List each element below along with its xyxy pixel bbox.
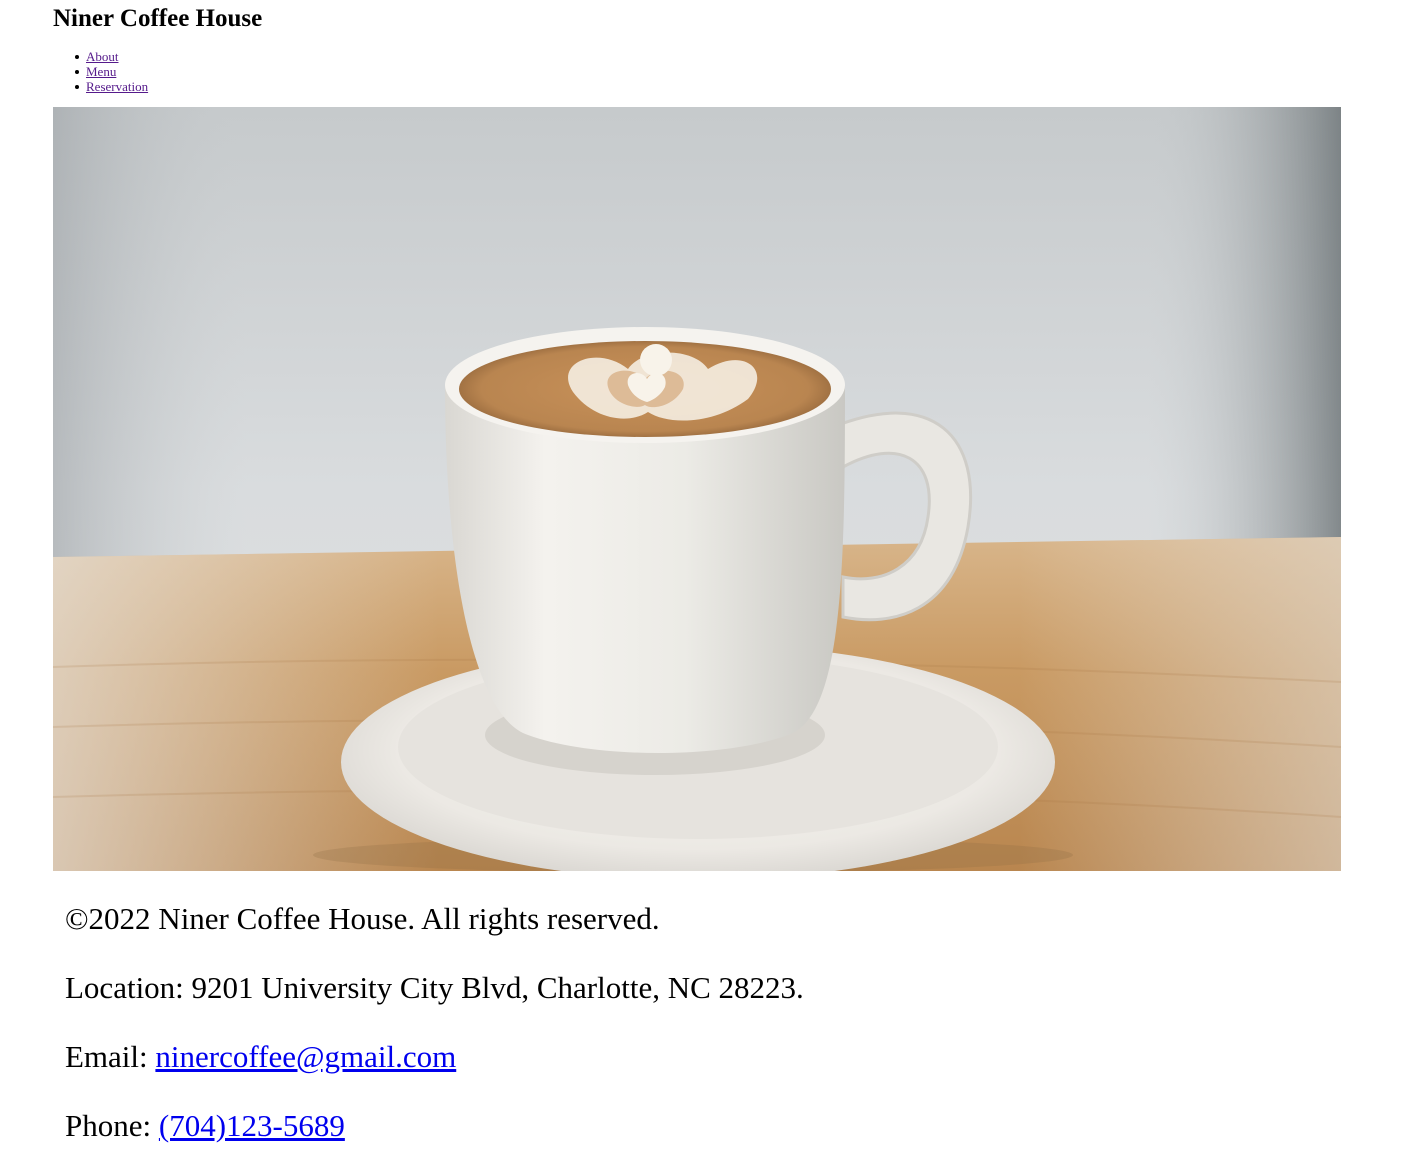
footer-copyright: ©2022 Niner Coffee House. All rights res… (65, 901, 660, 936)
hero-latte-image (53, 107, 1341, 871)
email-link[interactable]: ninercoffee@gmail.com (155, 1039, 456, 1074)
footer-location: Location: 9201 University City Blvd, Cha… (65, 970, 804, 1005)
nav-link-reservation[interactable]: Reservation (86, 79, 148, 94)
nav-link-menu[interactable]: Menu (86, 64, 116, 79)
main-nav: About Menu Reservation (53, 49, 148, 94)
footer-phone-label: Phone: (65, 1108, 159, 1143)
nav-item-menu: Menu (74, 64, 148, 79)
nav-link-about[interactable]: About (86, 49, 119, 64)
footer-email-label: Email: (65, 1039, 156, 1074)
footer: ©2022 Niner Coffee House. All rights res… (65, 893, 1345, 1169)
footer-phone: Phone: (704)123-5689 (65, 1100, 1345, 1152)
site-title: Niner Coffee House (53, 5, 263, 32)
nav-item-reservation: Reservation (74, 79, 148, 94)
nav-item-about: About (74, 49, 148, 64)
phone-link[interactable]: (704)123-5689 (159, 1108, 345, 1143)
footer-email: Email: ninercoffee@gmail.com (65, 1031, 1345, 1083)
